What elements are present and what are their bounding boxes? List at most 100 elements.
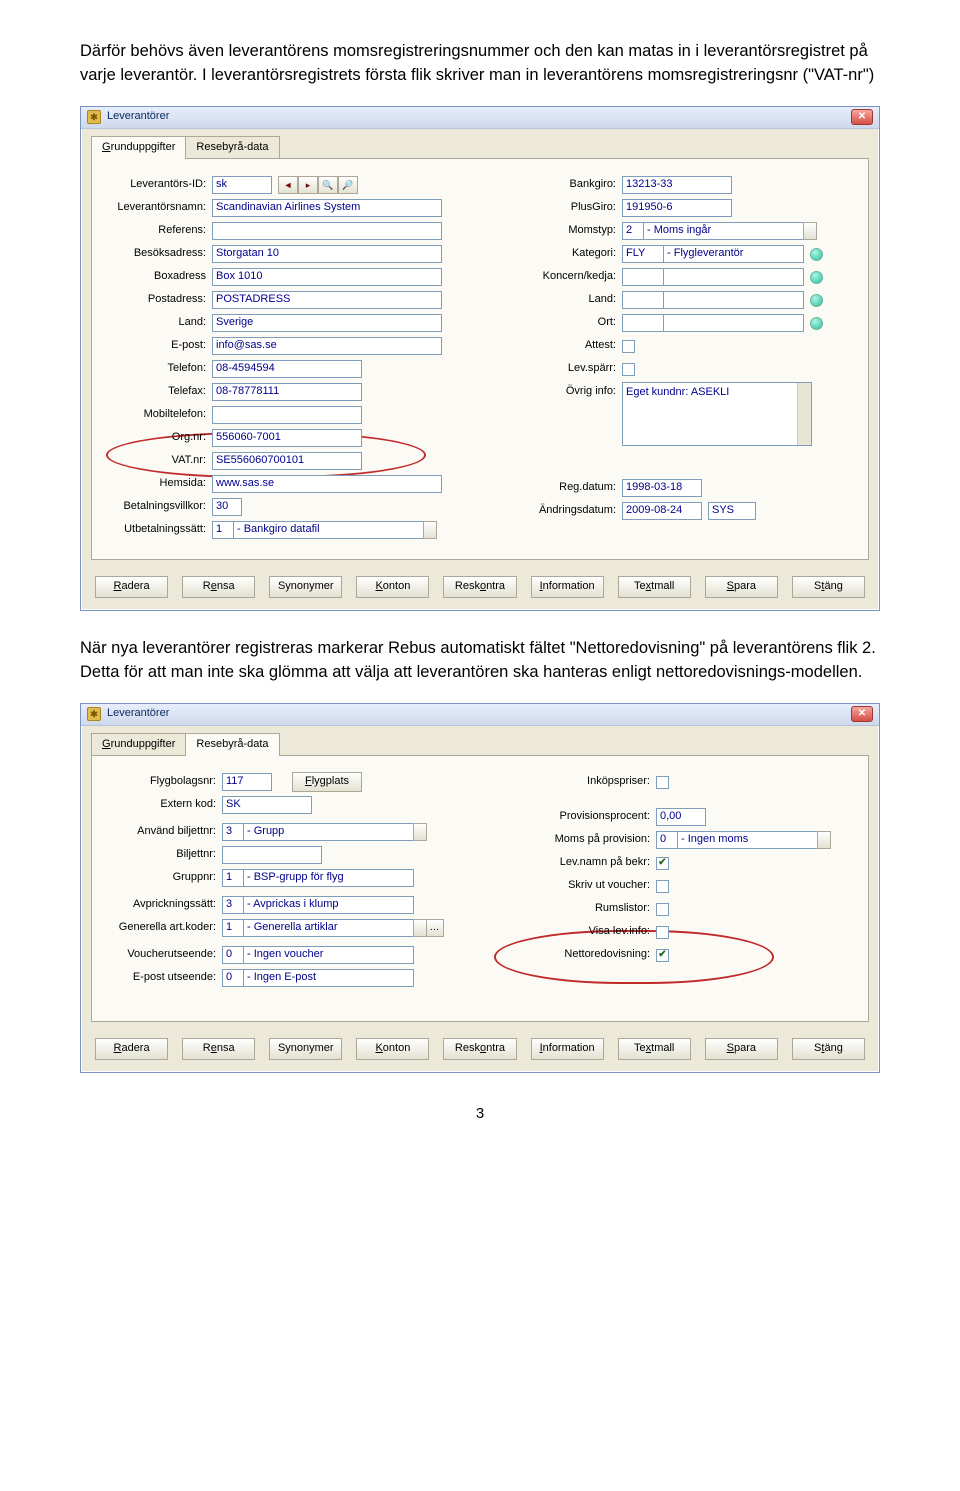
checkbox-visa-levinfo[interactable] bbox=[656, 926, 669, 939]
input-momsprov-code[interactable]: 0 bbox=[656, 831, 678, 849]
nav-first-icon[interactable]: ◄ bbox=[278, 176, 298, 194]
input-box[interactable]: Box 1010 bbox=[212, 268, 442, 286]
dropdown-icon[interactable] bbox=[423, 521, 437, 539]
tab-grunduppgifter[interactable]: Grunduppgifter bbox=[91, 733, 186, 756]
input-lev-namn[interactable]: Scandinavian Airlines System bbox=[212, 199, 442, 217]
value-andringsdatum: 2009-08-24 bbox=[622, 502, 702, 520]
label-nettoredovisning: Nettoredovisning: bbox=[516, 947, 656, 963]
input-fax[interactable]: 08-78778111 bbox=[212, 383, 362, 401]
pane-grunduppgifter: Leverantörs-ID: sk ◄ ▸ 🔍 🔎 Leverantörsna… bbox=[91, 158, 869, 560]
tab-resebyradata[interactable]: Resebyrå-data bbox=[185, 733, 279, 756]
input-koncern-code[interactable] bbox=[622, 268, 664, 286]
synonymer-button[interactable]: Synonymer bbox=[269, 1038, 342, 1060]
input-mobil[interactable] bbox=[212, 406, 362, 424]
input-biljettnr[interactable] bbox=[222, 846, 322, 864]
ellipsis-button[interactable]: … bbox=[426, 919, 444, 937]
input-bankgiro[interactable]: 13213-33 bbox=[622, 176, 732, 194]
input-referens[interactable] bbox=[212, 222, 442, 240]
label-avprickning: Avprickningssätt: bbox=[106, 897, 222, 913]
input-hemsida[interactable]: www.sas.se bbox=[212, 475, 442, 493]
reskontra-button[interactable]: Reskontra bbox=[443, 1038, 516, 1060]
flygplats-button[interactable]: Flygplats bbox=[292, 772, 362, 792]
input-provprocent[interactable]: 0,00 bbox=[656, 808, 706, 826]
stang-button[interactable]: Stäng bbox=[792, 1038, 865, 1060]
input-betv[interactable]: 30 bbox=[212, 498, 242, 516]
label-lev-namn: Leverantörsnamn: bbox=[106, 200, 212, 216]
label-visa-levinfo: Visa lev.info: bbox=[516, 924, 656, 940]
status-dot-icon[interactable] bbox=[810, 248, 823, 261]
scrollbar[interactable] bbox=[797, 383, 811, 445]
input-utb-code[interactable]: 1 bbox=[212, 521, 234, 539]
input-plusgiro[interactable]: 191950-6 bbox=[622, 199, 732, 217]
checkbox-attest[interactable] bbox=[622, 340, 635, 353]
rensa-button[interactable]: Rensa bbox=[182, 1038, 255, 1060]
input-org[interactable]: 556060-7001 bbox=[212, 429, 362, 447]
label-besok: Besöksadress: bbox=[106, 246, 212, 262]
tab-grunduppgifter[interactable]: Grunduppgifter bbox=[91, 136, 186, 159]
dropdown-icon[interactable] bbox=[413, 919, 427, 937]
label-post: Postadress: bbox=[106, 292, 212, 308]
stang-button[interactable]: Stäng bbox=[792, 576, 865, 598]
radera-button[interactable]: Radera bbox=[95, 576, 168, 598]
nav-prev-icon[interactable]: ▸ bbox=[298, 176, 318, 194]
tabs: Grunduppgifter Resebyrå-data bbox=[81, 129, 879, 158]
dropdown-icon[interactable] bbox=[413, 823, 427, 841]
dropdown-icon[interactable] bbox=[803, 222, 817, 240]
dropdown-icon[interactable] bbox=[817, 831, 831, 849]
status-dot-icon[interactable] bbox=[810, 294, 823, 307]
search-icon[interactable]: 🔍 bbox=[318, 176, 338, 194]
status-dot-icon[interactable] bbox=[810, 271, 823, 284]
spara-button[interactable]: Spara bbox=[705, 576, 778, 598]
checkbox-inkopspriser[interactable] bbox=[656, 776, 669, 789]
textmall-button[interactable]: Textmall bbox=[618, 1038, 691, 1060]
reskontra-button[interactable]: Reskontra bbox=[443, 576, 516, 598]
input-lev-id[interactable]: sk bbox=[212, 176, 272, 194]
input-land2-code[interactable] bbox=[622, 291, 664, 309]
input-land[interactable]: Sverige bbox=[212, 314, 442, 332]
input-vou-code[interactable]: 0 bbox=[222, 946, 244, 964]
zoom-icon[interactable]: 🔎 bbox=[338, 176, 358, 194]
status-dot-icon[interactable] bbox=[810, 317, 823, 330]
input-avp-code[interactable]: 3 bbox=[222, 896, 244, 914]
input-externkod[interactable]: SK bbox=[222, 796, 312, 814]
input-grupp-code[interactable]: 1 bbox=[222, 869, 244, 887]
konton-button[interactable]: Konton bbox=[356, 576, 429, 598]
input-momsprov-text: - Ingen moms bbox=[678, 831, 818, 849]
radera-button[interactable]: Radera bbox=[95, 1038, 168, 1060]
input-tel[interactable]: 08-4594594 bbox=[212, 360, 362, 378]
close-icon[interactable]: ✕ bbox=[851, 706, 873, 722]
textarea-ovrig-info[interactable]: Eget kundnr: ASEKLI bbox=[622, 382, 812, 446]
input-flygbolagsnr[interactable]: 117 bbox=[222, 773, 272, 791]
input-vat[interactable]: SE556060700101 bbox=[212, 452, 362, 470]
information-button[interactable]: Information bbox=[531, 1038, 604, 1060]
input-ort-code[interactable] bbox=[622, 314, 664, 332]
label-inkopspriser: Inköpspriser: bbox=[516, 774, 656, 790]
value-andring-by: SYS bbox=[708, 502, 756, 520]
input-epostu-code[interactable]: 0 bbox=[222, 969, 244, 987]
checkbox-skriv-voucher[interactable] bbox=[656, 880, 669, 893]
checkbox-levnamn[interactable]: ✔ bbox=[656, 857, 669, 870]
konton-button[interactable]: Konton bbox=[356, 1038, 429, 1060]
textmall-button[interactable]: Textmall bbox=[618, 576, 691, 598]
close-icon[interactable]: ✕ bbox=[851, 109, 873, 125]
label-land: Land: bbox=[106, 315, 212, 331]
tab-resebyradata[interactable]: Resebyrå-data bbox=[185, 136, 279, 159]
input-besok[interactable]: Storgatan 10 bbox=[212, 245, 442, 263]
label-skriv-voucher: Skriv ut voucher: bbox=[516, 878, 656, 894]
rensa-button[interactable]: Rensa bbox=[182, 576, 255, 598]
nav-buttons: ◄ ▸ 🔍 🔎 bbox=[278, 176, 358, 194]
input-momstyp-code[interactable]: 2 bbox=[622, 222, 644, 240]
input-kategori-code[interactable]: FLY bbox=[622, 245, 664, 263]
checkbox-sparr[interactable] bbox=[622, 363, 635, 376]
spara-button[interactable]: Spara bbox=[705, 1038, 778, 1060]
information-button[interactable]: Information bbox=[531, 576, 604, 598]
input-post[interactable]: POSTADRESS bbox=[212, 291, 442, 309]
input-anvbilj-code[interactable]: 3 bbox=[222, 823, 244, 841]
checkbox-nettoredovisning[interactable]: ✔ bbox=[656, 949, 669, 962]
label-biljettnr: Biljettnr: bbox=[106, 847, 222, 863]
input-genart-code[interactable]: 1 bbox=[222, 919, 244, 937]
input-epost[interactable]: info@sas.se bbox=[212, 337, 442, 355]
checkbox-rumslistor[interactable] bbox=[656, 903, 669, 916]
intro-paragraph-1: Därför behövs även leverantörens momsreg… bbox=[80, 40, 880, 88]
synonymer-button[interactable]: Synonymer bbox=[269, 576, 342, 598]
